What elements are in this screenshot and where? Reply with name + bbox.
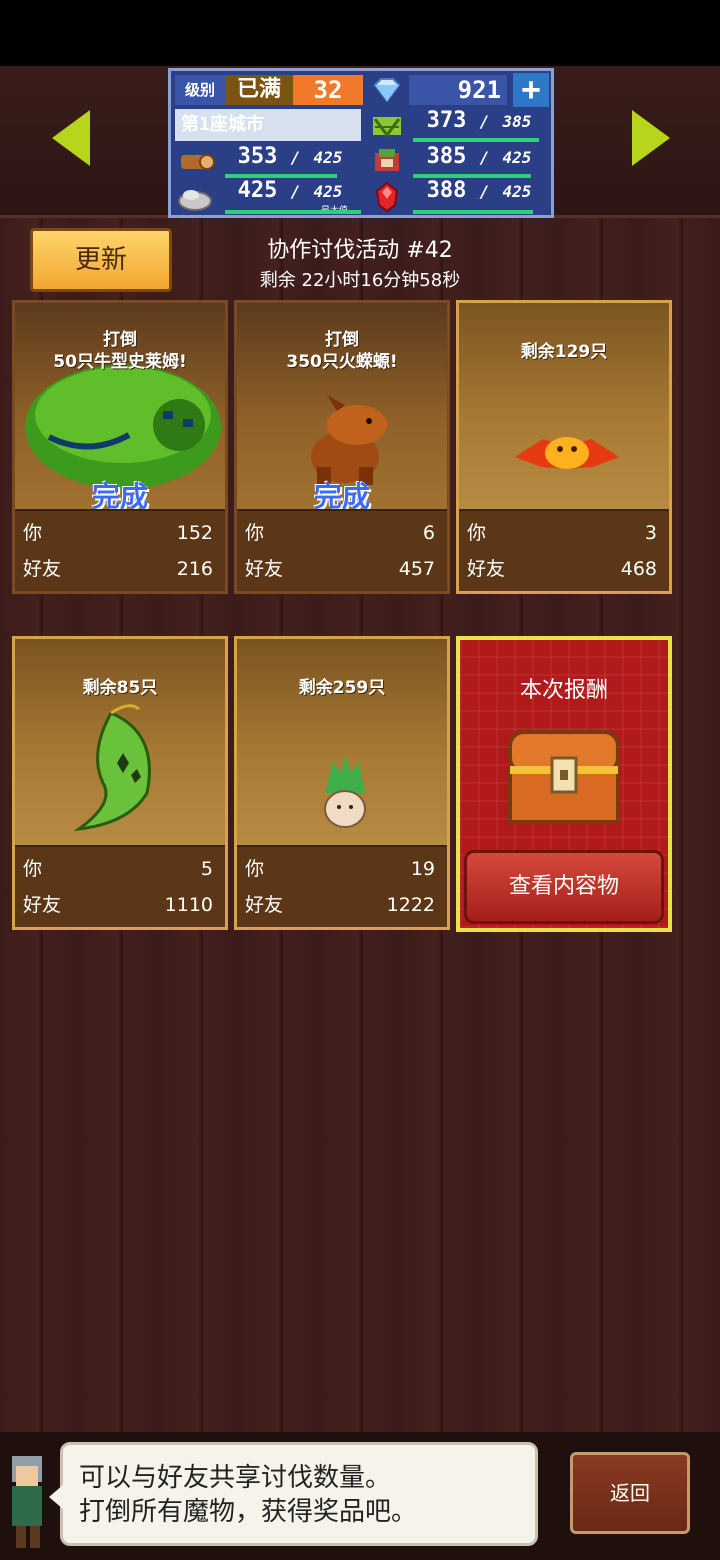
- ruby-amount: 388 / 425: [426, 178, 532, 203]
- level-max-badge: 已满: [225, 75, 293, 105]
- card-stats: 你3 好友 468: [459, 509, 669, 591]
- tip-dialog: 可以与好友共享讨伐数量。 打倒所有魔物，获得奖品吧。: [49, 1442, 538, 1546]
- card-title-line2: 50只牛型史莱姆!: [53, 352, 187, 372]
- refresh-button[interactable]: 更新: [30, 228, 172, 292]
- quest-card[interactable]: 打倒 350只火蝾螈! 完成 你6 好友 457: [234, 300, 450, 594]
- card-stats: 你 152 好友 216: [15, 509, 225, 591]
- ruby-bar: [413, 210, 533, 214]
- grass-bar: [413, 138, 539, 142]
- remaining-count: 剩余259只: [298, 678, 386, 698]
- previous-city-arrow-icon[interactable]: [52, 110, 90, 166]
- friends-row: 好友 468: [467, 558, 657, 580]
- friends-row: 好友 216: [23, 558, 213, 580]
- you-row: 你 19: [245, 858, 435, 880]
- next-city-arrow-icon[interactable]: [632, 110, 670, 166]
- add-gems-button[interactable]: +: [513, 73, 549, 107]
- reward-panel: 本次报酬 查看内容物: [456, 636, 672, 932]
- quest-card[interactable]: 剩余129只 你3 好友 468: [456, 300, 672, 594]
- you-row: 你5: [23, 858, 213, 880]
- friends-row: 好友 1222: [245, 894, 435, 916]
- you-row: 你3: [467, 522, 657, 544]
- quest-card[interactable]: 打倒 50只牛型史莱姆! 完成 你 152 好友 216: [12, 300, 228, 594]
- quest-card[interactable]: 剩余259只 你 19 好友 1222: [234, 636, 450, 930]
- level-value: 32: [293, 75, 363, 105]
- level-label: 级别: [175, 75, 225, 105]
- you-row: 你 152: [23, 522, 213, 544]
- you-row: 你6: [245, 522, 435, 544]
- card-title-line1: 打倒: [325, 330, 359, 350]
- tip-line1: 可以与好友共享讨伐数量。: [79, 1463, 392, 1493]
- remaining-count: 剩余85只: [82, 678, 158, 698]
- tip-line2: 打倒所有魔物，获得奖品吧。: [79, 1497, 418, 1527]
- wood-amount: 353 / 425: [237, 144, 343, 169]
- card-title-line2: 350只火蝾螈!: [286, 352, 398, 372]
- status-panel: 级别 已满 32 921 + 第1座城市 373 / 385 353 / 425…: [168, 68, 554, 218]
- quest-card[interactable]: 剩余85只 你5 好友 1110: [12, 636, 228, 930]
- event-remaining-time: 剩余 22小时16分钟58秒: [259, 270, 461, 291]
- gem-count: 921: [409, 75, 507, 105]
- card-stats: 你 19 好友 1222: [237, 845, 447, 927]
- bat-icon: [463, 307, 665, 507]
- grass-amount: 373 / 385: [426, 108, 532, 133]
- dialog-tail: [49, 1485, 63, 1509]
- leaf-spirit-icon: [19, 643, 221, 843]
- card-stats: 你5 好友 1110: [15, 845, 225, 927]
- event-title: 协作讨伐活动 #42: [267, 238, 453, 263]
- stone-icon: [175, 181, 215, 213]
- card-title-line1: 打倒: [103, 330, 137, 350]
- treasure-chest-icon: [504, 722, 624, 826]
- diamond-icon: [367, 75, 407, 105]
- card-stats: 你6 好友 457: [237, 509, 447, 591]
- food-amount: 385 / 425: [426, 144, 532, 169]
- friends-row: 好友 1110: [23, 894, 213, 916]
- food-icon: [367, 145, 407, 177]
- city-name: 第1座城市: [175, 109, 361, 141]
- reward-title: 本次报酬: [519, 678, 608, 703]
- back-button[interactable]: 返回: [570, 1452, 690, 1534]
- stone-bar: [225, 210, 361, 214]
- view-contents-button[interactable]: 查看内容物: [464, 850, 664, 924]
- friends-row: 好友 457: [245, 558, 435, 580]
- remaining-count: 剩余129只: [520, 342, 608, 362]
- ruby-icon: [367, 181, 407, 213]
- guide-character-avatar: [0, 1446, 56, 1554]
- grass-icon: [367, 109, 407, 141]
- wood-icon: [175, 145, 215, 177]
- mandrake-icon: [241, 643, 443, 843]
